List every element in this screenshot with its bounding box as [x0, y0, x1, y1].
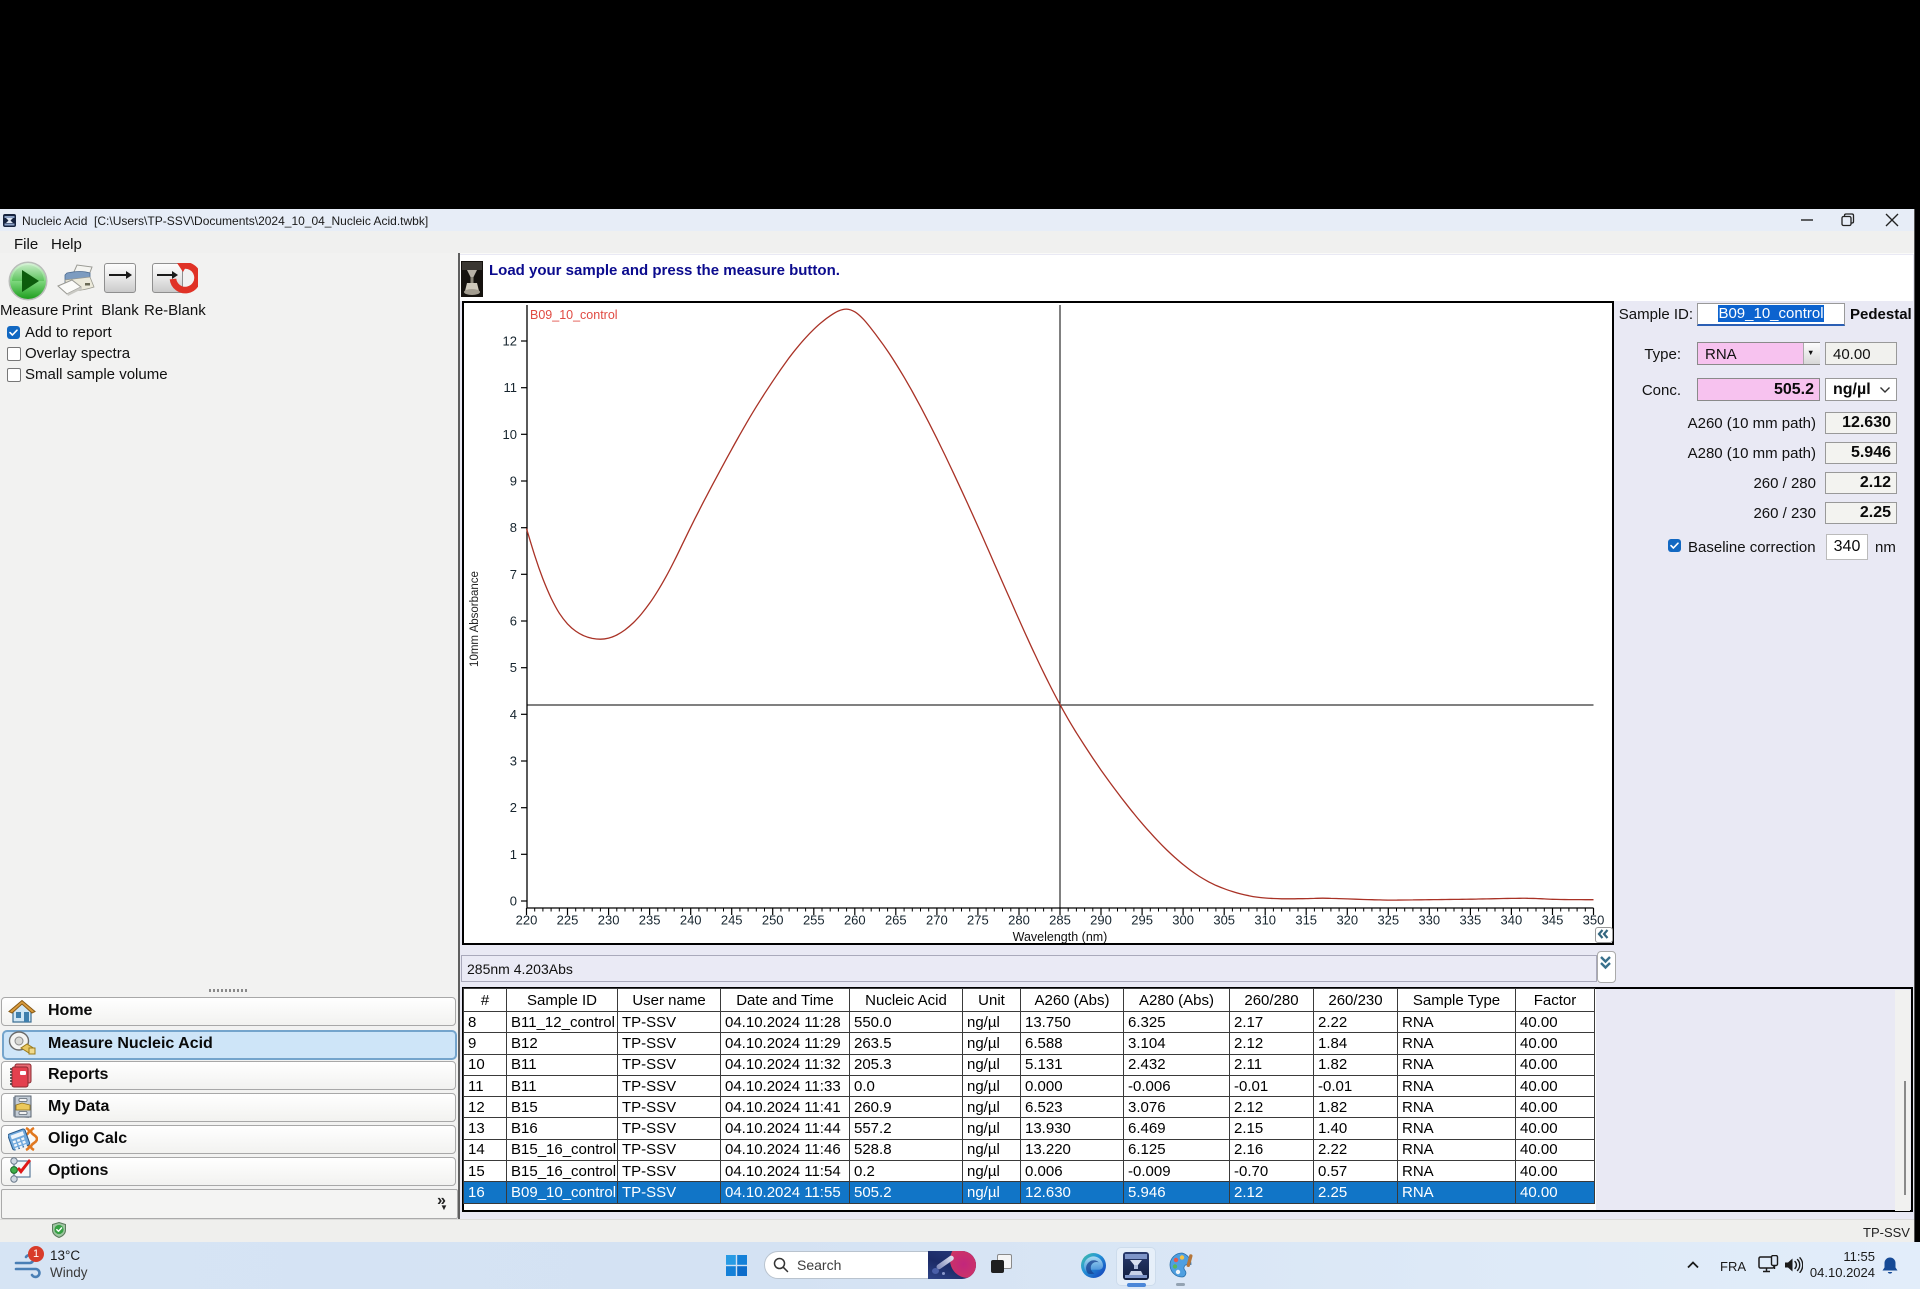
svg-text:9: 9	[510, 474, 517, 489]
svg-text:320: 320	[1336, 913, 1358, 928]
svg-text:335: 335	[1460, 913, 1482, 928]
svg-text:295: 295	[1131, 913, 1153, 928]
svg-text:230: 230	[598, 913, 620, 928]
svg-text:7: 7	[510, 567, 517, 582]
svg-text:280: 280	[1008, 913, 1030, 928]
svg-text:6: 6	[510, 614, 517, 629]
svg-text:255: 255	[803, 913, 825, 928]
svg-text:1: 1	[510, 847, 517, 862]
svg-text:5: 5	[510, 660, 517, 675]
svg-text:10mm Absorbance: 10mm Absorbance	[469, 571, 481, 667]
svg-text:2: 2	[510, 800, 517, 815]
svg-text:260: 260	[844, 913, 866, 928]
svg-text:305: 305	[1213, 913, 1235, 928]
svg-text:285: 285	[1049, 913, 1071, 928]
svg-text:235: 235	[639, 913, 661, 928]
svg-text:B09_10_control: B09_10_control	[530, 308, 618, 322]
svg-text:8: 8	[510, 520, 517, 535]
svg-text:265: 265	[885, 913, 907, 928]
svg-text:220: 220	[516, 913, 538, 928]
svg-text:3: 3	[510, 754, 517, 769]
svg-text:310: 310	[1254, 913, 1276, 928]
svg-text:315: 315	[1295, 913, 1317, 928]
svg-text:345: 345	[1542, 913, 1564, 928]
svg-text:240: 240	[680, 913, 702, 928]
svg-text:275: 275	[967, 913, 989, 928]
svg-text:4: 4	[510, 707, 517, 722]
svg-text:11: 11	[504, 380, 518, 395]
svg-text:0: 0	[510, 894, 517, 909]
svg-text:270: 270	[926, 913, 948, 928]
svg-text:225: 225	[557, 913, 579, 928]
svg-text:350: 350	[1583, 913, 1605, 928]
svg-text:245: 245	[721, 913, 743, 928]
svg-text:290: 290	[1090, 913, 1112, 928]
svg-text:325: 325	[1377, 913, 1399, 928]
svg-text:250: 250	[762, 913, 784, 928]
svg-text:12: 12	[503, 334, 517, 349]
svg-text:330: 330	[1418, 913, 1440, 928]
svg-text:340: 340	[1501, 913, 1523, 928]
svg-text:300: 300	[1172, 913, 1194, 928]
svg-text:10: 10	[503, 427, 517, 442]
svg-text:Wavelength (nm): Wavelength (nm)	[1013, 930, 1108, 943]
